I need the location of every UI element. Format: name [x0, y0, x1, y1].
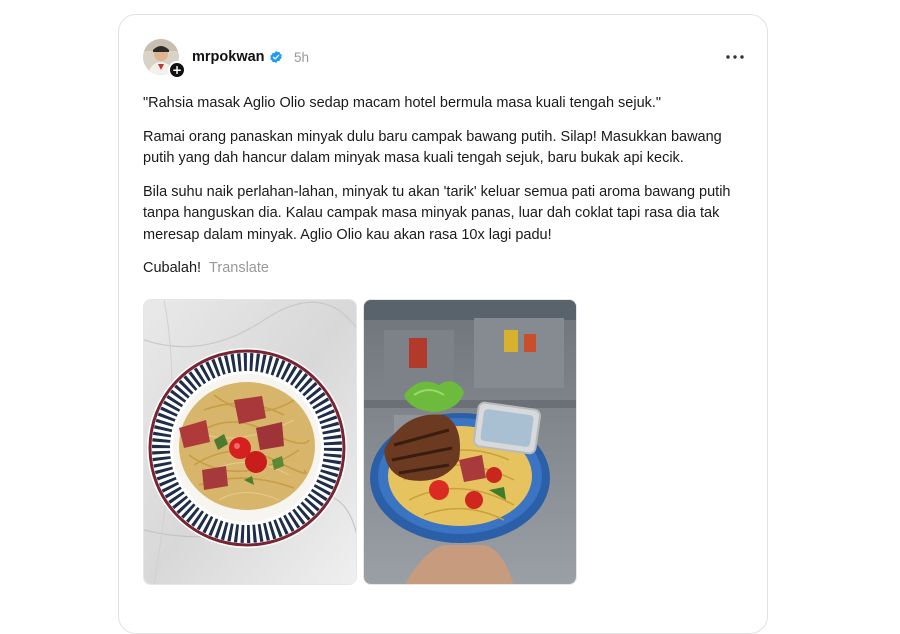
username[interactable]: mrpokwan [192, 49, 265, 65]
post-header: + mrpokwan 5h [143, 39, 747, 79]
post-paragraph: Ramai orang panaskan minyak dulu baru ca… [143, 128, 722, 167]
post-cta-line: Cubalah! Translate [143, 258, 733, 279]
verified-badge-icon [270, 50, 282, 64]
post-paragraph: Bila suhu naik perlahan-lahan, minyak tu… [143, 183, 731, 243]
post-photo[interactable] [143, 299, 357, 585]
post-body: "Rahsia masak Aglio Olio sedap macam hot… [143, 93, 733, 279]
post-card: + mrpokwan 5h "Rahsia masak Aglio Olio s… [118, 14, 768, 634]
more-options-icon[interactable] [723, 45, 747, 69]
post-cta: Cubalah! [143, 260, 202, 276]
follow-plus-icon[interactable]: + [168, 61, 186, 79]
translate-link[interactable]: Translate [209, 260, 269, 276]
post-photo[interactable] [363, 299, 577, 585]
post-paragraph: "Rahsia masak Aglio Olio sedap macam hot… [143, 95, 662, 111]
post-timestamp: 5h [294, 50, 310, 65]
